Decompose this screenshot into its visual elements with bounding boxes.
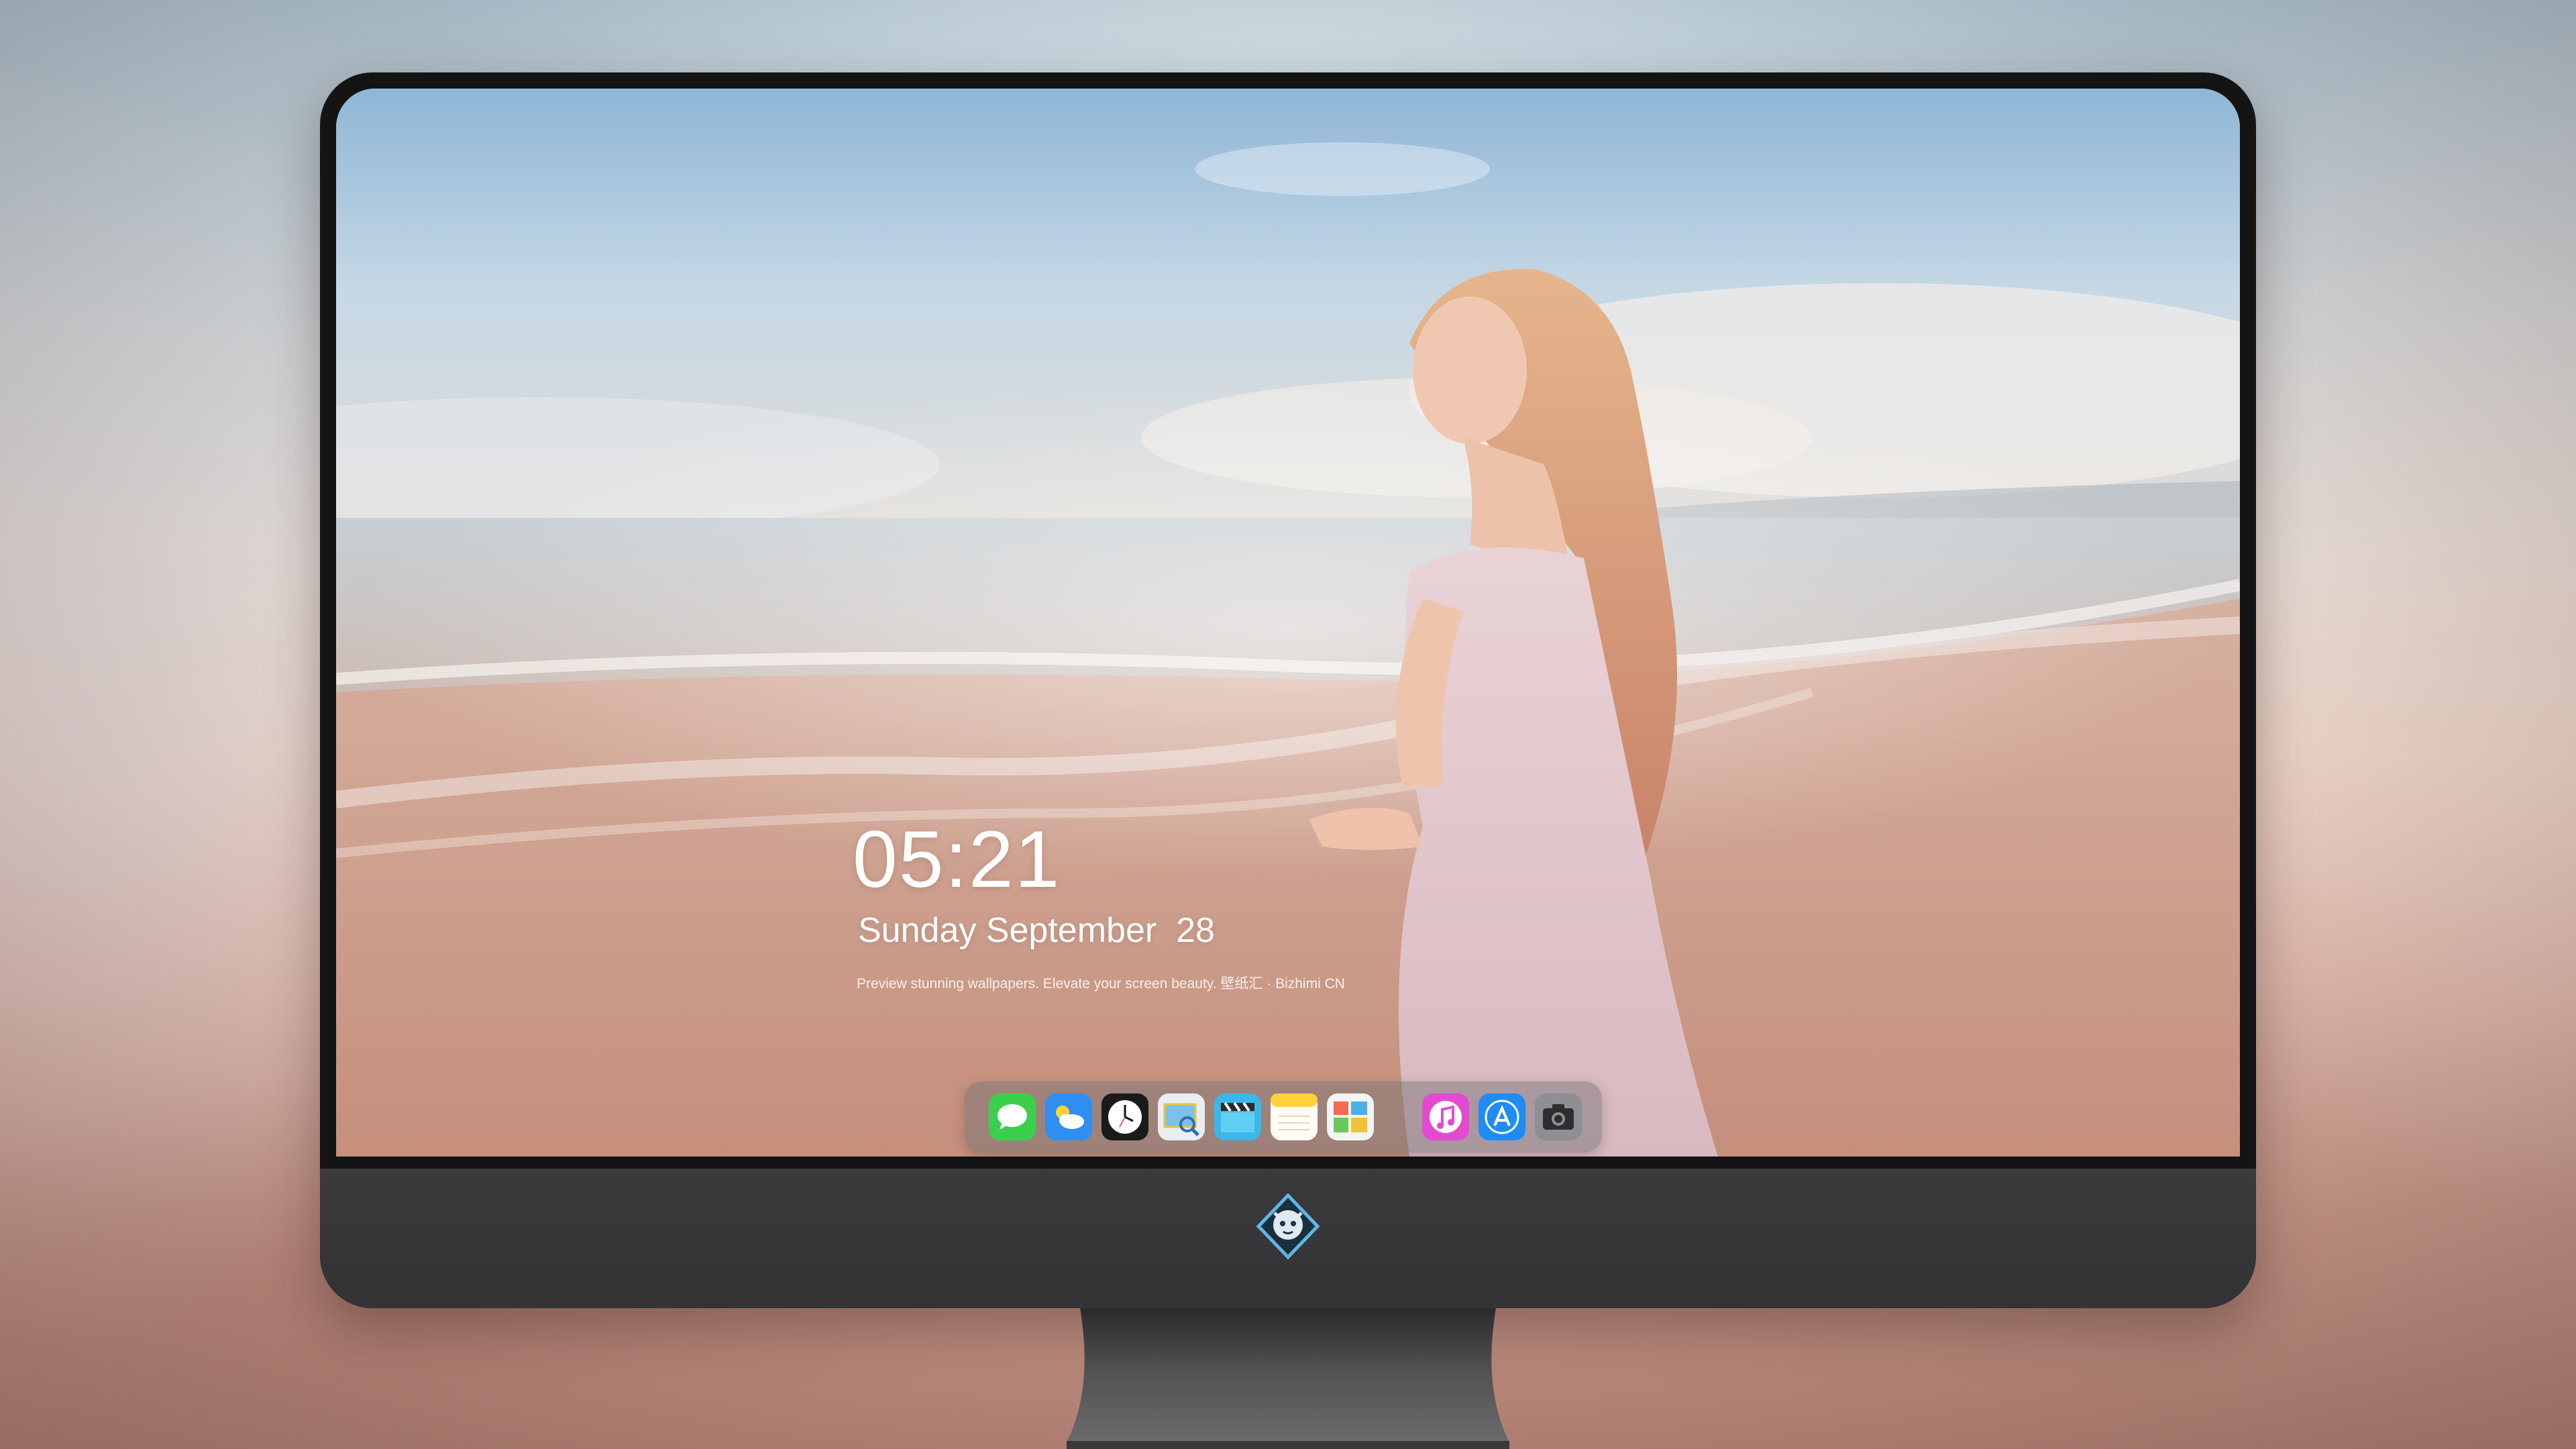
dock-app-preview[interactable] xyxy=(1158,1093,1205,1140)
monitor-chin xyxy=(320,1169,2256,1308)
dock-app-clock[interactable] xyxy=(1102,1093,1148,1140)
dock-app-music[interactable] xyxy=(1422,1093,1469,1140)
dock-app-video[interactable] xyxy=(1214,1093,1261,1140)
dock-app-messages[interactable] xyxy=(989,1093,1036,1140)
dock-app-notes[interactable] xyxy=(1271,1093,1318,1140)
monitor-stand xyxy=(1067,1308,1509,1449)
clock-icon xyxy=(1102,1093,1148,1140)
lock-screen-date: Sunday September 28 xyxy=(858,911,1215,950)
dock-app-weather[interactable] xyxy=(1045,1093,1092,1140)
notes-icon xyxy=(1271,1093,1318,1140)
photo-gallery-icon xyxy=(1327,1093,1374,1140)
beach-wallpaper xyxy=(336,89,2240,1157)
messages-icon xyxy=(989,1093,1036,1140)
mascot-logo-icon xyxy=(1256,1193,1320,1260)
dock xyxy=(965,1081,1602,1152)
clapperboard-icon xyxy=(1214,1093,1261,1140)
dock-app-photos[interactable] xyxy=(1327,1093,1374,1140)
dock-app-camera[interactable] xyxy=(1535,1093,1582,1140)
weather-icon xyxy=(1045,1093,1092,1140)
preview-icon xyxy=(1158,1093,1205,1140)
wallpaper-caption: Preview stunning wallpapers. Elevate you… xyxy=(857,976,1345,991)
lock-screen: 05:21 Sunday September 28 Preview stunni… xyxy=(336,89,2240,1157)
app-store-icon xyxy=(1479,1093,1525,1140)
music-icon xyxy=(1422,1093,1469,1140)
dock-app-app-store[interactable] xyxy=(1479,1093,1525,1140)
lock-screen-time: 05:21 xyxy=(853,814,1061,904)
camera-icon xyxy=(1535,1093,1582,1140)
